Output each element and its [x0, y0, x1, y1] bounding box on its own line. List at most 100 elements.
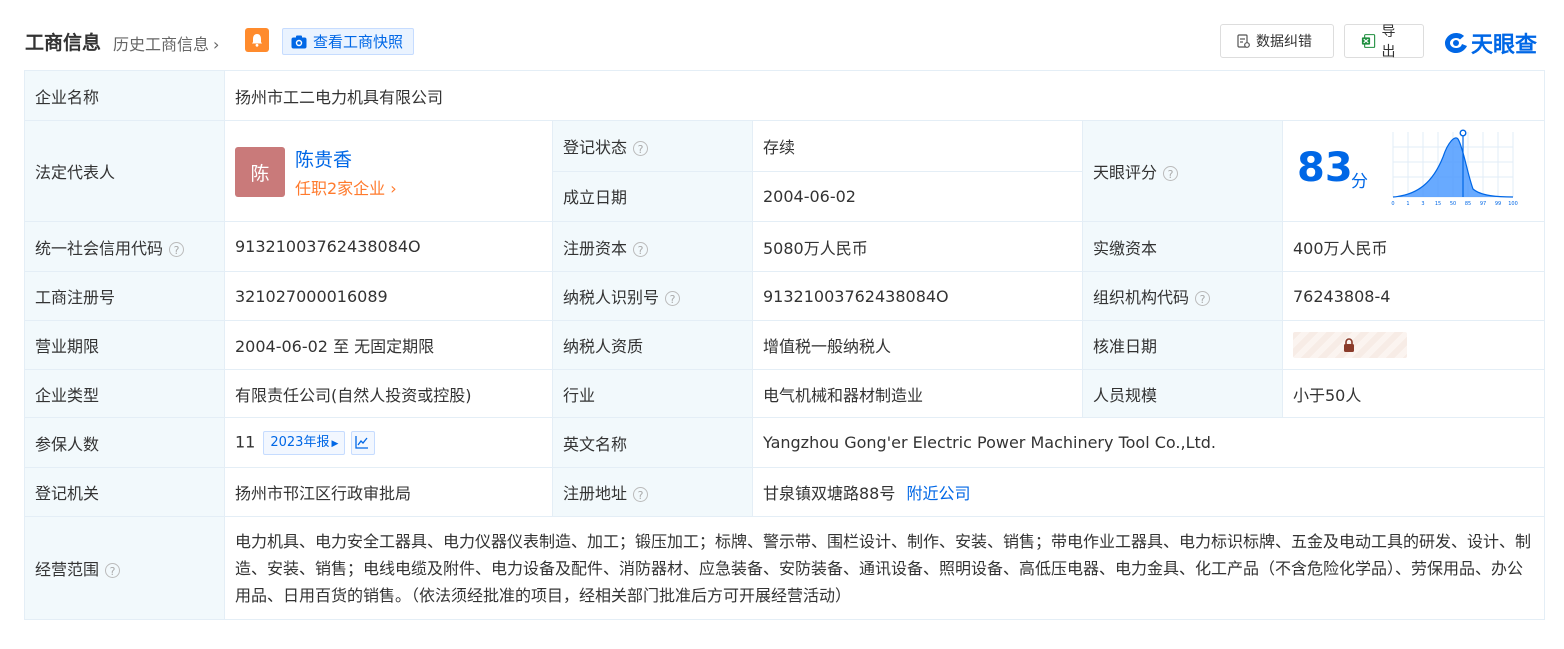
- help-icon[interactable]: ?: [633, 140, 649, 156]
- camera-icon: [291, 35, 307, 48]
- score-number: 83: [1297, 145, 1353, 191]
- table-row: 营业期限 2004-06-02 至 无固定期限 纳税人资质 增值税一般纳税人 核…: [24, 320, 1546, 370]
- document-edit-icon: [1237, 34, 1250, 48]
- locked-content-placeholder[interactable]: [1293, 332, 1407, 358]
- taxpayer-qual-value: 增值税一般纳税人: [752, 320, 1083, 370]
- section-title: 工商信息: [25, 32, 102, 54]
- table-row: 法定代表人 陈 陈贵香 任职2家企业 › 登记状态? 存续 天眼评分? 83 分: [24, 120, 1546, 222]
- reg-address-cell: 甘泉镇双塘路88号 附近公司: [751, 467, 1546, 517]
- table-row: 企业名称 扬州市工二电力机具有限公司: [24, 70, 1546, 121]
- score-tick-label: 97: [1480, 201, 1486, 207]
- org-code-value: 76243808-4: [1281, 271, 1546, 321]
- score-unit: 分: [1351, 172, 1368, 192]
- score-tick-label: 99: [1495, 201, 1501, 207]
- industry-label: 行业: [552, 369, 753, 418]
- company-type-label: 企业类型: [24, 369, 225, 418]
- scope-label: 经营范围?: [24, 516, 225, 620]
- approval-date-label: 核准日期: [1082, 320, 1283, 370]
- reg-capital-value: 5080万人民币: [752, 221, 1083, 272]
- score-tick-label: 85: [1465, 201, 1471, 207]
- trend-chart-icon[interactable]: [351, 430, 376, 455]
- help-icon[interactable]: ?: [105, 563, 121, 578]
- reg-address-value: 甘泉镇双塘路88号: [763, 484, 896, 503]
- reg-capital-label: 注册资本?: [552, 221, 753, 272]
- credit-code-value: 91321003762438084O: [224, 221, 553, 272]
- help-icon[interactable]: ?: [633, 241, 649, 257]
- annual-report-tag[interactable]: 2023年报 ▶: [263, 430, 346, 455]
- org-code-label: 组织机构代码?: [1082, 271, 1283, 321]
- insured-count: 11: [235, 432, 256, 451]
- export-button[interactable]: 导出: [1344, 24, 1424, 60]
- excel-icon: [1361, 34, 1376, 48]
- score-tick-label: 0: [1391, 201, 1394, 207]
- biz-reg-no-value: 321027000016089: [224, 271, 553, 321]
- legal-rep-label: 法定代表人: [24, 120, 225, 222]
- score-tick-label: 3: [1421, 201, 1424, 207]
- table-row: 经营范围? 电力机具、电力安全工器具、电力仪器仪表制造、加工；锻压加工；标牌、警…: [24, 516, 1546, 620]
- biz-reg-no-label: 工商注册号: [24, 271, 225, 321]
- industry-value: 电气机械和器材制造业: [752, 369, 1083, 418]
- taxpayer-id-value: 91321003762438084O: [752, 271, 1083, 321]
- data-fix-button[interactable]: 数据纠错: [1220, 24, 1334, 58]
- reg-authority-value: 扬州市邗江区行政审批局: [224, 467, 553, 517]
- tianyan-score-label: 天眼评分?: [1082, 120, 1283, 222]
- approval-date-value: [1281, 320, 1546, 370]
- legal-rep-name-link[interactable]: 陈贵香: [295, 145, 352, 172]
- table-row: 企业类型 有限责任公司(自然人投资或控股) 行业 电气机械和器材制造业 人员规模…: [24, 369, 1546, 418]
- english-name-value: Yangzhou Gong'er Electric Power Machiner…: [751, 417, 1546, 468]
- paid-capital-label: 实缴资本: [1082, 221, 1283, 272]
- company-name-value: 扬州市工二电力机具有限公司: [223, 70, 1546, 121]
- history-info-link[interactable]: 历史工商信息 ›: [113, 31, 219, 55]
- scope-value: 电力机具、电力安全工器具、电力仪器仪表制造、加工；锻压加工；标牌、警示带、围栏设…: [223, 516, 1546, 620]
- company-type-value: 有限责任公司(自然人投资或控股): [224, 369, 553, 418]
- chevron-right-icon: ›: [213, 35, 220, 54]
- help-icon[interactable]: ?: [1195, 291, 1211, 306]
- nearby-companies-link[interactable]: 附近公司: [906, 484, 970, 503]
- paid-capital-value: 400万人民币: [1281, 221, 1546, 272]
- lock-icon: [1344, 338, 1354, 352]
- chevron-right-icon: ›: [390, 179, 397, 198]
- legal-rep-companies-link[interactable]: 任职2家企业 ›: [295, 175, 397, 199]
- bell-icon[interactable]: [245, 28, 269, 52]
- score-distribution-chart: 0 1 3 15 50 85 97 99 100: [1391, 129, 1518, 207]
- section-header: 工商信息 历史工商信息 › 查看工商快照 数据纠错 导出 天眼查: [25, 24, 1544, 60]
- help-icon[interactable]: ?: [665, 291, 681, 306]
- taxpayer-qual-label: 纳税人资质: [552, 320, 753, 370]
- help-icon[interactable]: ?: [169, 241, 185, 257]
- insured-cell: 11 2023年报 ▶: [224, 417, 553, 468]
- table-row: 工商注册号 321027000016089 纳税人识别号? 9132100376…: [24, 271, 1546, 321]
- insured-label: 参保人数: [24, 417, 225, 468]
- found-date-value: 2004-06-02: [752, 170, 1083, 222]
- table-row: 登记机关 扬州市邗江区行政审批局 注册地址? 甘泉镇双塘路88号 附近公司: [24, 467, 1546, 517]
- table-row: 参保人数 11 2023年报 ▶ 英文名称 Yangzhou Gong'er Ele…: [24, 417, 1546, 468]
- staff-size-label: 人员规模: [1082, 369, 1283, 418]
- found-date-label: 成立日期: [552, 170, 753, 222]
- score-tick-label: 1: [1406, 201, 1409, 207]
- snapshot-button[interactable]: 查看工商快照: [282, 28, 415, 55]
- help-icon[interactable]: ?: [1163, 166, 1179, 181]
- english-name-label: 英文名称: [552, 417, 753, 468]
- score-tick-label: 15: [1435, 201, 1441, 207]
- reg-authority-label: 登记机关: [24, 467, 225, 517]
- company-info-table: 企业名称 扬州市工二电力机具有限公司 法定代表人 陈 陈贵香 任职2家企业 › …: [24, 70, 1546, 620]
- staff-size-value: 小于50人: [1281, 369, 1546, 418]
- score-tick-label: 50: [1450, 201, 1456, 207]
- taxpayer-id-label: 纳税人识别号?: [552, 271, 753, 321]
- reg-address-label: 注册地址?: [552, 467, 753, 517]
- biz-term-value: 2004-06-02 至 无固定期限: [224, 320, 553, 370]
- company-name-label: 企业名称: [24, 70, 225, 121]
- tianyan-score-cell[interactable]: 83 分 0 1 3 15 50 85 97 99 100: [1281, 120, 1546, 222]
- legal-rep-cell: 陈 陈贵香 任职2家企业 ›: [224, 120, 553, 222]
- caret-right-icon: ▶: [331, 438, 339, 449]
- eye-logo-icon: [1445, 33, 1467, 53]
- company-info-page: 工商信息 历史工商信息 › 查看工商快照 数据纠错 导出 天眼查 企业名称 扬州市…: [0, 0, 1564, 649]
- score-tick-label: 100: [1508, 201, 1518, 207]
- reg-status-label: 登记状态?: [552, 120, 753, 172]
- tianyancha-logo: 天眼查: [1443, 27, 1537, 59]
- reg-status-value: 存续: [752, 120, 1083, 172]
- help-icon[interactable]: ?: [633, 487, 649, 502]
- credit-code-label: 统一社会信用代码?: [24, 221, 225, 272]
- avatar: 陈: [235, 147, 285, 197]
- table-row: 统一社会信用代码? 91321003762438084O 注册资本? 5080万…: [24, 221, 1546, 272]
- biz-term-label: 营业期限: [24, 320, 225, 370]
